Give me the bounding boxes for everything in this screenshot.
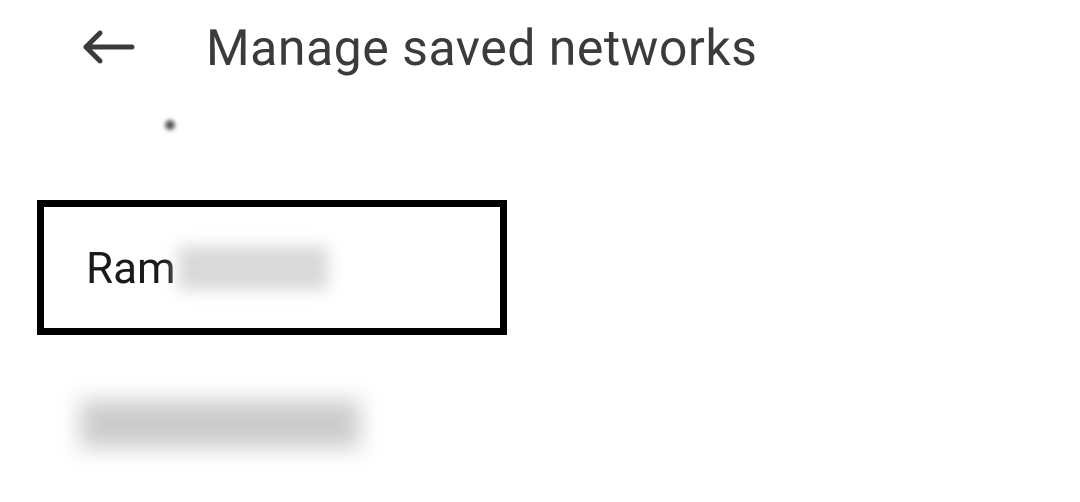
network-item-selected[interactable]: Ram [37,200,507,335]
network-name-label: Ram [86,242,176,294]
arrow-left-icon [80,28,136,70]
redacted-text [178,246,328,290]
header-bar: Manage saved networks [0,0,1080,98]
network-item[interactable] [80,400,360,448]
decorative-dot [165,120,175,130]
page-title: Manage saved networks [206,20,757,78]
back-button[interactable] [80,28,136,70]
redacted-text [80,400,360,448]
